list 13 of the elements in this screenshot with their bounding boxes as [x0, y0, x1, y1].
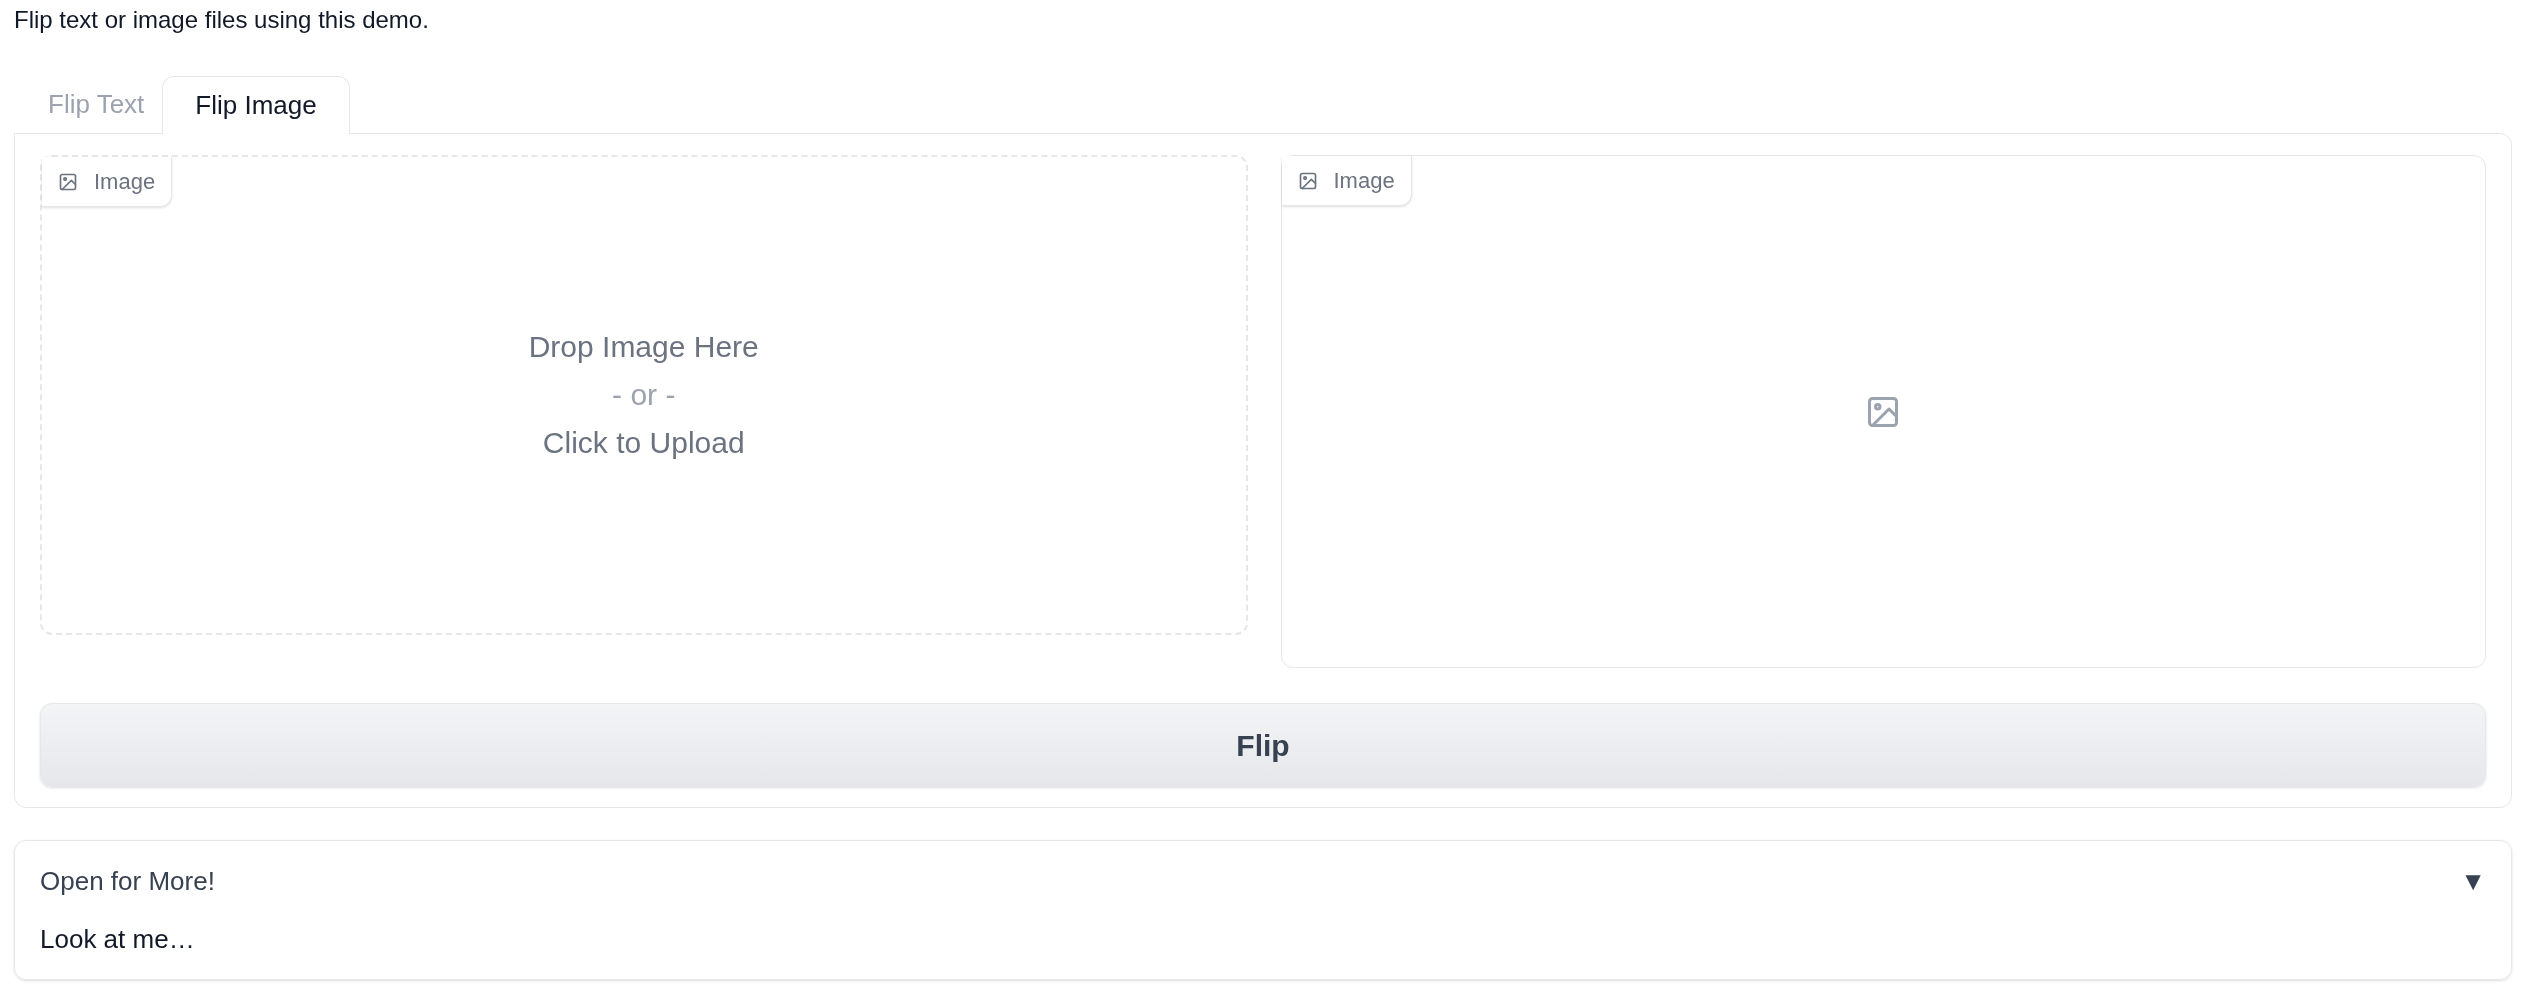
- accordion-content: Look at me…: [40, 923, 196, 956]
- upload-text: Click to Upload: [542, 425, 745, 461]
- accordion-header[interactable]: Open for More! ▼: [40, 861, 2486, 901]
- flip-button[interactable]: Flip: [40, 703, 2486, 787]
- description-text: Flip text or image files using this demo.: [14, 5, 430, 35]
- or-text: - or -: [612, 377, 676, 413]
- image-label: Image: [1281, 156, 1412, 206]
- image-label: Image: [42, 157, 173, 207]
- upload-area[interactable]: Image Drop Image Here - or - Click to Upload: [40, 155, 1248, 635]
- image-icon: [1297, 170, 1318, 191]
- tab[interactable]: Flip Image: [162, 76, 350, 134]
- drop-text: Drop Image Here: [528, 329, 759, 365]
- image-icon: [58, 171, 78, 192]
